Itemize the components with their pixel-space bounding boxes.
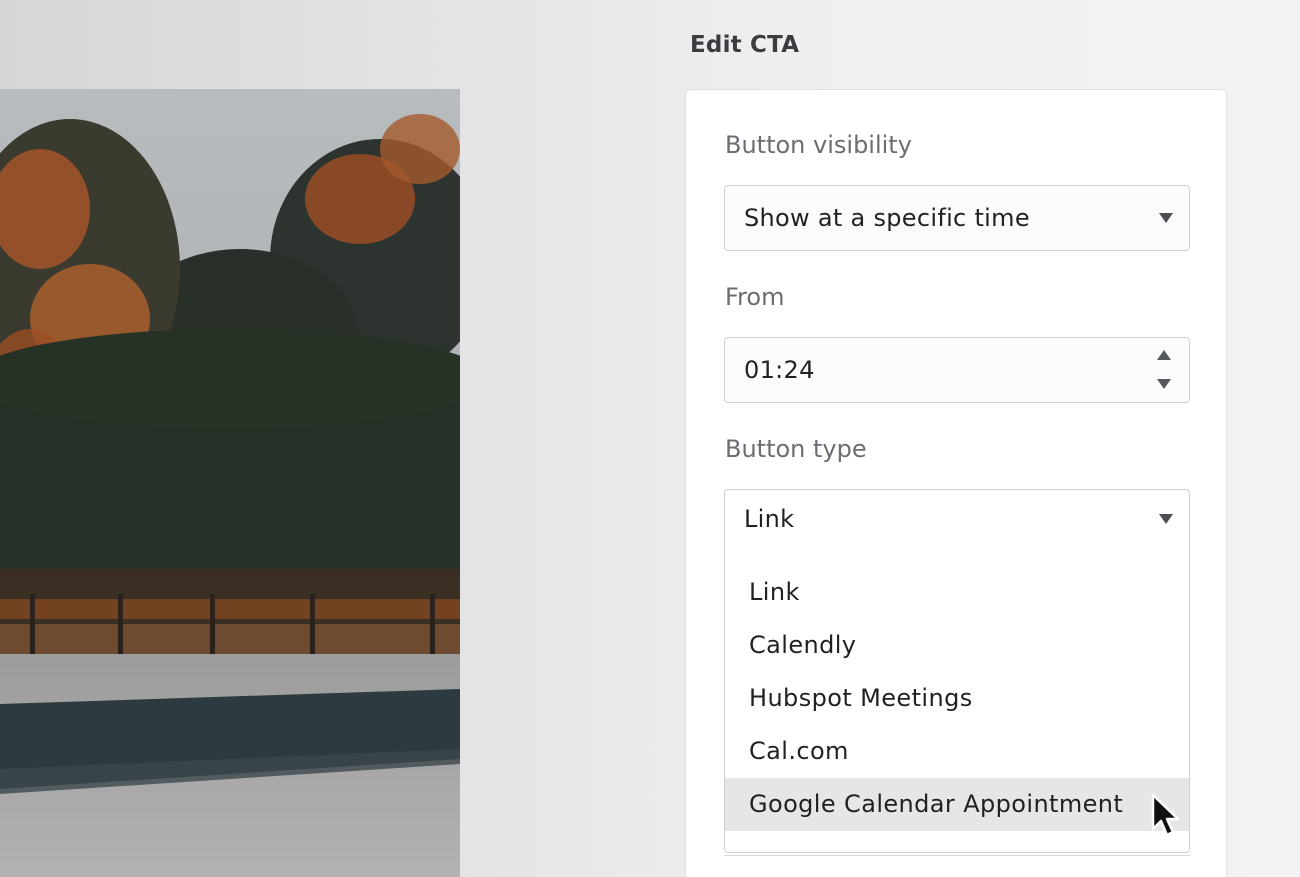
caret-down-icon (1159, 213, 1173, 223)
from-label: From (725, 283, 785, 311)
video-frame-image (0, 89, 460, 877)
button-type-select[interactable]: Link (724, 489, 1190, 548)
option-calendly[interactable]: Calendly (725, 619, 1189, 672)
button-type-label: Button type (725, 435, 867, 463)
button-type-dropdown: Link Calendly Hubspot Meetings Cal.com G… (724, 547, 1190, 853)
option-link[interactable]: Link (725, 566, 1189, 619)
spinner-up-icon[interactable] (1157, 350, 1171, 360)
option-google-calendar-appointment[interactable]: Google Calendar Appointment (725, 778, 1189, 831)
spinner-down-icon[interactable] (1157, 379, 1171, 389)
from-time-input[interactable]: 01:24 (724, 337, 1190, 403)
option-cal-com[interactable]: Cal.com (725, 725, 1189, 778)
visibility-select[interactable]: Show at a specific time (724, 185, 1190, 251)
caret-down-icon (1159, 513, 1173, 524)
mouse-pointer-icon (1151, 793, 1180, 837)
button-type-select-value: Link (744, 504, 795, 533)
video-preview (0, 89, 460, 877)
visibility-label: Button visibility (725, 131, 912, 159)
visibility-select-value: Show at a specific time (744, 204, 1030, 232)
panel-title: Edit CTA (690, 32, 800, 58)
from-time-value: 01:24 (744, 356, 815, 384)
option-hubspot-meetings[interactable]: Hubspot Meetings (725, 672, 1189, 725)
field-below-divider (724, 855, 1190, 856)
